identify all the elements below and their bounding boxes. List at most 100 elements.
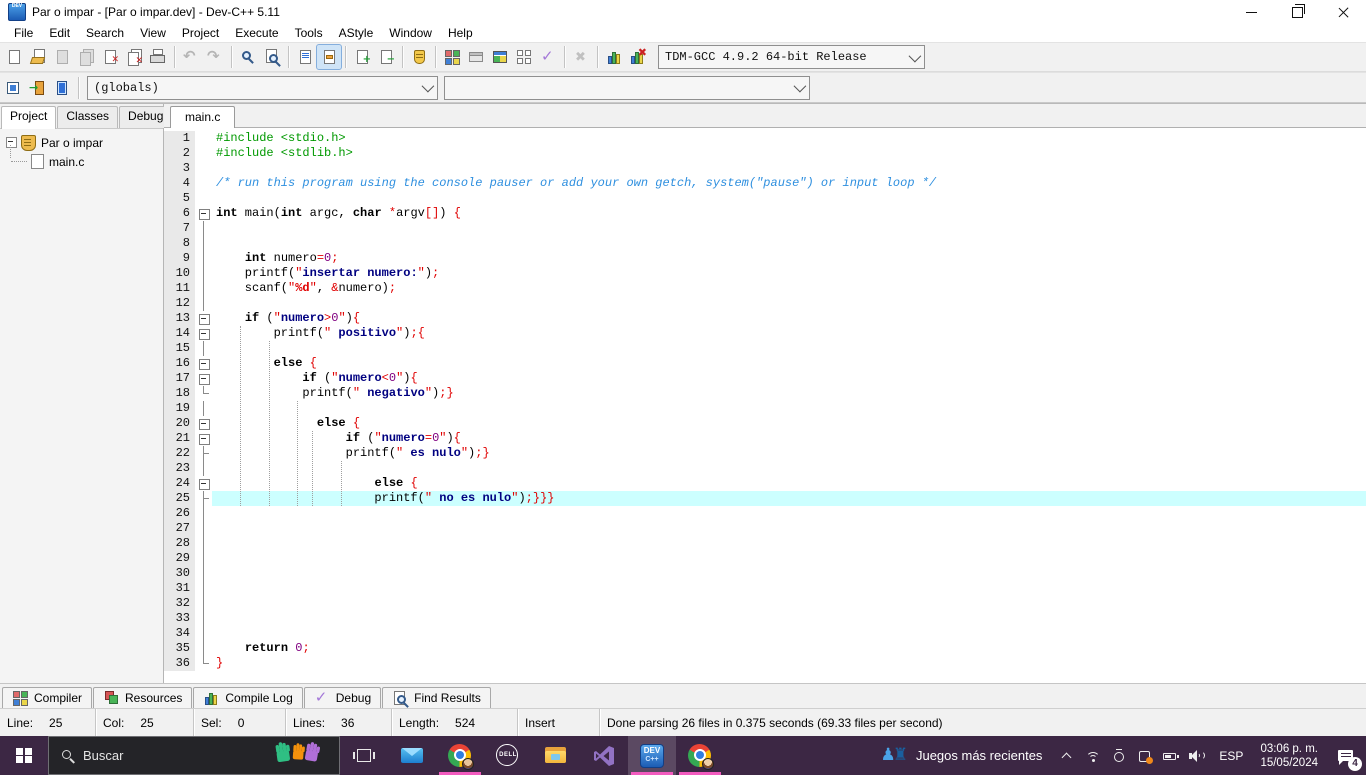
report-tab-find-results[interactable]: Find Results	[382, 687, 491, 708]
widgets-button[interactable]: ♟♜ Juegos más recientes	[868, 736, 1054, 775]
open-file-button[interactable]	[26, 45, 50, 69]
report-tab-label: Compiler	[34, 691, 82, 705]
report-tab-resources[interactable]: Resources	[93, 687, 192, 708]
delete-profiling-button[interactable]: ✖	[626, 45, 650, 69]
tray-volume-button[interactable]	[1184, 736, 1210, 775]
goto-line-icon	[320, 48, 338, 66]
fold-toggle-icon[interactable]	[195, 311, 212, 326]
compiler-profile-select[interactable]: TDM-GCC 4.9.2 64-bit Release	[658, 45, 925, 69]
new-file-button[interactable]	[2, 45, 26, 69]
menu-search[interactable]: Search	[78, 24, 132, 42]
report-tab-compile-log[interactable]: Compile Log	[193, 687, 302, 708]
compile-run-button[interactable]	[488, 45, 512, 69]
tray-wifi-button[interactable]	[1080, 736, 1106, 775]
code-token: *	[389, 206, 396, 220]
fold-toggle-icon[interactable]	[195, 356, 212, 371]
menu-view[interactable]: View	[132, 24, 174, 42]
find-button[interactable]	[236, 45, 260, 69]
menu-file[interactable]: File	[6, 24, 41, 42]
code-token: int	[216, 206, 238, 220]
search-box[interactable]: Buscar	[48, 736, 340, 775]
replace-button[interactable]	[293, 45, 317, 69]
taskbar-app-task-view[interactable]	[340, 736, 388, 775]
close-all-button[interactable]: ✕	[122, 45, 146, 69]
undo-button[interactable]: ↶	[179, 45, 203, 69]
menu-project[interactable]: Project	[174, 24, 227, 42]
close-button[interactable]	[1320, 0, 1366, 24]
taskbar-app-visual-studio[interactable]	[580, 736, 628, 775]
code-token	[216, 641, 245, 655]
close-file-button[interactable]: ✕	[98, 45, 122, 69]
rebuild-all-button[interactable]	[512, 45, 536, 69]
taskbar-app-mail[interactable]	[388, 736, 436, 775]
run-button[interactable]	[464, 45, 488, 69]
tray-phone-link-button[interactable]	[1106, 736, 1132, 775]
compile-button[interactable]	[440, 45, 464, 69]
code-token: "	[374, 431, 381, 445]
menu-astyle[interactable]: AStyle	[331, 24, 382, 42]
globals-select[interactable]: (globals)	[87, 76, 438, 100]
find-icon	[239, 48, 257, 66]
print-button[interactable]	[146, 45, 170, 69]
collapse-icon[interactable]	[6, 137, 17, 148]
menu-help[interactable]: Help	[440, 24, 481, 42]
clock[interactable]: 03:06 p. m. 15/05/2024	[1252, 736, 1326, 775]
code-text	[212, 626, 1366, 641]
action-center-button[interactable]: 4	[1326, 736, 1366, 775]
code-line-27: 27	[164, 521, 1366, 536]
add-to-project-button[interactable]: +	[350, 45, 374, 69]
menu-window[interactable]: Window	[381, 24, 440, 42]
language-indicator[interactable]: ESP	[1210, 736, 1252, 775]
remove-from-project-button[interactable]: −	[374, 45, 398, 69]
save-file-button[interactable]	[50, 45, 74, 69]
fold-toggle-icon[interactable]	[195, 326, 212, 341]
find-in-files-button[interactable]	[260, 45, 284, 69]
profile-analysis-button[interactable]	[602, 45, 626, 69]
project-options-button[interactable]	[407, 45, 431, 69]
report-tab-compiler[interactable]: Compiler	[2, 687, 92, 708]
goto-declaration-button[interactable]	[2, 76, 26, 100]
members-select[interactable]	[444, 76, 810, 100]
code-token: printf(	[216, 386, 353, 400]
tab-main-c[interactable]: main.c	[170, 106, 235, 128]
code-line-26: 26	[164, 506, 1366, 521]
start-button[interactable]	[0, 736, 48, 775]
menu-edit[interactable]: Edit	[41, 24, 78, 42]
code-editor[interactable]: 1#include <stdio.h>2#include <stdlib.h>3…	[164, 128, 1366, 683]
report-tab-debug[interactable]: ✓Debug	[304, 687, 381, 708]
menu-execute[interactable]: Execute	[227, 24, 286, 42]
code-token: =	[317, 251, 324, 265]
sidebar-tab-classes[interactable]: Classes	[57, 106, 118, 128]
redo-button[interactable]: ↷	[203, 45, 227, 69]
tray-chevron-up-button[interactable]	[1054, 736, 1080, 775]
goto-implementation-button[interactable]: →	[26, 76, 50, 100]
maximize-button[interactable]	[1274, 0, 1320, 24]
chevron-down-icon	[794, 80, 807, 93]
abort-button[interactable]: ✖	[569, 45, 593, 69]
tray-window-badge-button[interactable]	[1132, 736, 1158, 775]
fold-toggle-icon[interactable]	[195, 416, 212, 431]
taskbar-app-chrome-profile-2[interactable]	[676, 736, 724, 775]
close-file-icon: ✕	[101, 48, 119, 66]
code-line-4: 4/* run this program using the console p…	[164, 176, 1366, 191]
syntax-check-button[interactable]: ✓	[536, 45, 560, 69]
menu-tools[interactable]: Tools	[287, 24, 331, 42]
save-all-button[interactable]	[74, 45, 98, 69]
class-browser-button[interactable]	[50, 76, 74, 100]
sidebar-tab-project[interactable]: Project	[1, 106, 56, 129]
taskbar-app-dell[interactable]: DELL	[484, 736, 532, 775]
tray-battery-button[interactable]	[1158, 736, 1184, 775]
code-token: char	[353, 206, 382, 220]
tree-item-file[interactable]: main.c	[0, 152, 163, 171]
minimize-button[interactable]	[1228, 0, 1274, 24]
fold-toggle-icon[interactable]	[195, 371, 212, 386]
taskbar-app-file-explorer[interactable]	[532, 736, 580, 775]
fold-toggle-icon[interactable]	[195, 476, 212, 491]
tree-item-project[interactable]: Par o impar	[0, 133, 163, 152]
goto-line-button[interactable]	[317, 45, 341, 69]
taskbar-app-dev-cpp[interactable]: DEVC++	[628, 736, 676, 775]
taskbar-app-chrome-profile-1[interactable]	[436, 736, 484, 775]
fold-toggle-icon[interactable]	[195, 206, 212, 221]
status-value: 36	[341, 716, 354, 730]
fold-toggle-icon[interactable]	[195, 431, 212, 446]
